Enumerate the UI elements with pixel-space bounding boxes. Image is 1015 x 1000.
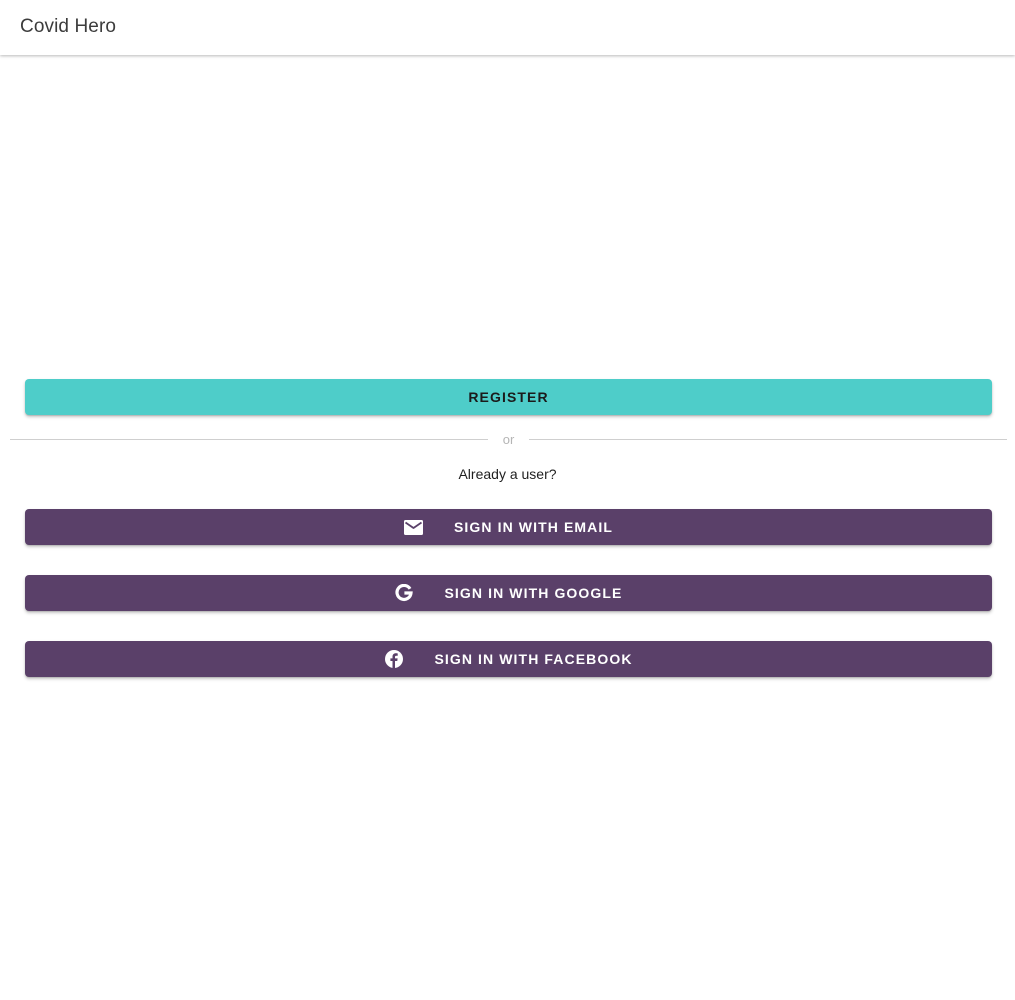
divider-right-line [529, 439, 1007, 440]
facebook-icon [384, 649, 404, 669]
app-title: Covid Hero [20, 16, 117, 37]
divider-left-line [10, 439, 488, 440]
sign-in-email-label: SIGN IN WITH EMAIL [453, 519, 613, 535]
email-icon [404, 517, 424, 537]
already-user-text: Already a user? [458, 466, 557, 482]
register-button[interactable]: REGISTER [25, 379, 992, 415]
sign-in-google-label: SIGN IN WITH GOOGLE [444, 585, 623, 601]
sign-in-email-button[interactable]: SIGN IN WITH EMAIL [25, 509, 992, 545]
google-icon [394, 583, 414, 603]
sign-in-google-button[interactable]: SIGN IN WITH GOOGLE [25, 575, 992, 611]
sign-in-facebook-label: SIGN IN WITH FACEBOOK [434, 651, 633, 667]
register-button-label: REGISTER [468, 389, 549, 405]
divider-text: or [502, 432, 515, 447]
sign-in-facebook-button[interactable]: SIGN IN WITH FACEBOOK [25, 641, 992, 677]
app-bar: Covid Hero [0, 0, 1015, 55]
